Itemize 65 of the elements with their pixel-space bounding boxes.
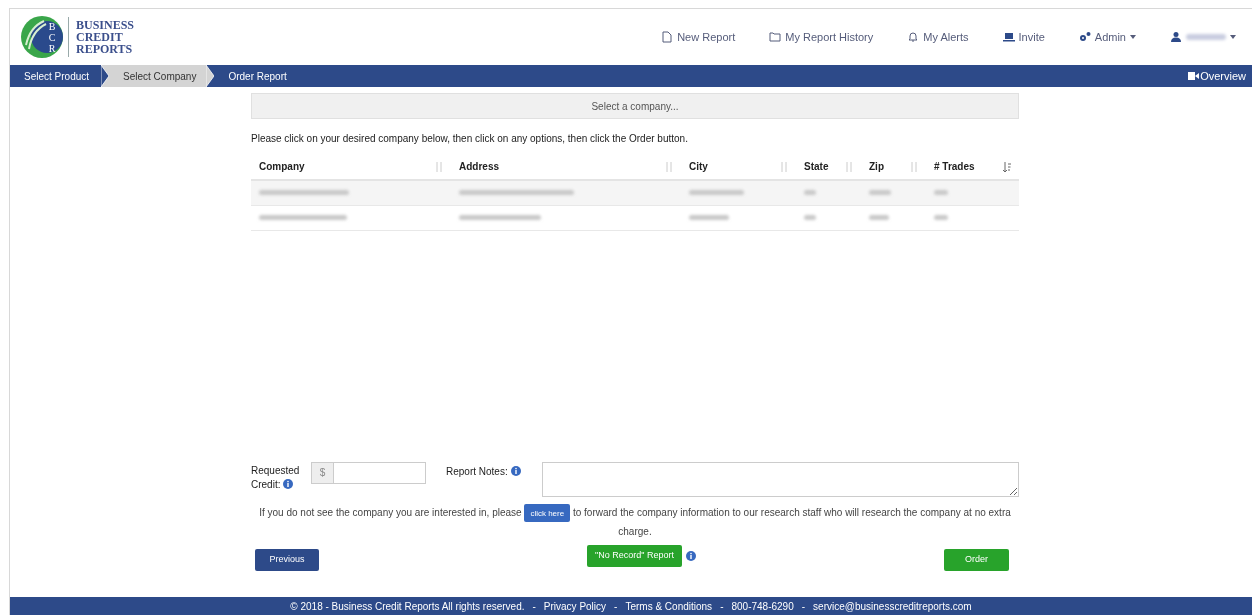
laptop-icon [1002, 31, 1015, 43]
nav-link[interactable]: Invite [1002, 28, 1045, 46]
redacted-text [869, 215, 889, 220]
redacted-text [804, 190, 816, 196]
info-icon [685, 551, 696, 561]
company-select[interactable]: Select a company... [251, 93, 1019, 119]
logo-text: REPORTS [76, 43, 134, 55]
sort-icon [845, 161, 853, 172]
folder-icon [769, 31, 782, 43]
instructions-text: Please click on your desired company below, then click on any options, then click the Order button. [251, 132, 689, 146]
file-icon [661, 31, 674, 43]
copyright-text: © 2018 - Business Credit Reports All rights reserved. [290, 599, 525, 614]
report-notes-label: Report Notes: [446, 464, 508, 479]
sort-icon [910, 161, 918, 172]
redacted-text [934, 190, 948, 196]
logo-letter: R [48, 42, 56, 54]
redacted-text [934, 215, 948, 220]
sort-descending-icon [1003, 161, 1011, 172]
user-icon [1170, 31, 1182, 43]
overview-link[interactable]: Overview [1188, 67, 1252, 85]
nav-link[interactable]: My Alerts [907, 28, 969, 46]
report-notes-field[interactable] [542, 461, 1019, 497]
footer-link[interactable]: Privacy Policy [543, 598, 607, 614]
logo-text: BUSINESS [76, 19, 135, 31]
step-arrow-icon [206, 65, 215, 87]
footer-link[interactable]: Terms & Conditions [625, 598, 713, 614]
column-header[interactable]: State [804, 159, 829, 174]
column-header[interactable]: Company [259, 159, 305, 174]
click-here-button[interactable]: click here [524, 504, 571, 522]
notice-text: If you do not see the company you are interested in, please click here to forward the company information to our research staff who will research the company at no extra charge. [258, 503, 1012, 539]
previous-button[interactable]: Previous [255, 549, 319, 571]
info-icon [510, 466, 521, 477]
nav-link[interactable]: My Report History [769, 28, 874, 46]
separator-dash: - [801, 599, 806, 614]
logo-letter: B [48, 20, 56, 32]
column-header[interactable]: City [689, 159, 708, 174]
redacted-text [689, 215, 729, 220]
redacted-text [804, 215, 816, 220]
gears-icon [1078, 31, 1091, 43]
step-arrow-icon [101, 65, 110, 87]
separator-dash: - [614, 599, 618, 614]
bell-icon [907, 31, 920, 43]
column-header[interactable]: # Trades [934, 159, 975, 174]
nav-link[interactable]: New Report [661, 28, 736, 46]
requested-credit-label: Requested Credit: [251, 463, 301, 492]
separator-dash: - [532, 599, 536, 614]
separator-dash: - [720, 599, 724, 614]
sort-icon [435, 161, 443, 172]
info-icon [283, 478, 294, 489]
footer-link[interactable]: service@businesscreditreports.com [813, 598, 972, 614]
nav-link[interactable]: Admin [1078, 28, 1136, 46]
sort-icon [780, 161, 788, 172]
redacted-text [689, 190, 744, 196]
logo-letter: C [48, 31, 56, 43]
video-camera-icon [1188, 72, 1200, 80]
column-header[interactable]: Address [459, 159, 499, 174]
user-menu[interactable] [1170, 31, 1236, 43]
sort-icon [665, 161, 673, 172]
column-header[interactable]: Zip [869, 159, 884, 174]
footer-link[interactable]: 800-748-6290 [731, 598, 794, 614]
redacted-text [869, 190, 891, 196]
logo-globe-icon [20, 15, 64, 59]
currency-prefix: $ [312, 462, 334, 483]
step-tab[interactable]: Order Report [214, 65, 299, 87]
logo-text: CREDIT [76, 31, 124, 43]
